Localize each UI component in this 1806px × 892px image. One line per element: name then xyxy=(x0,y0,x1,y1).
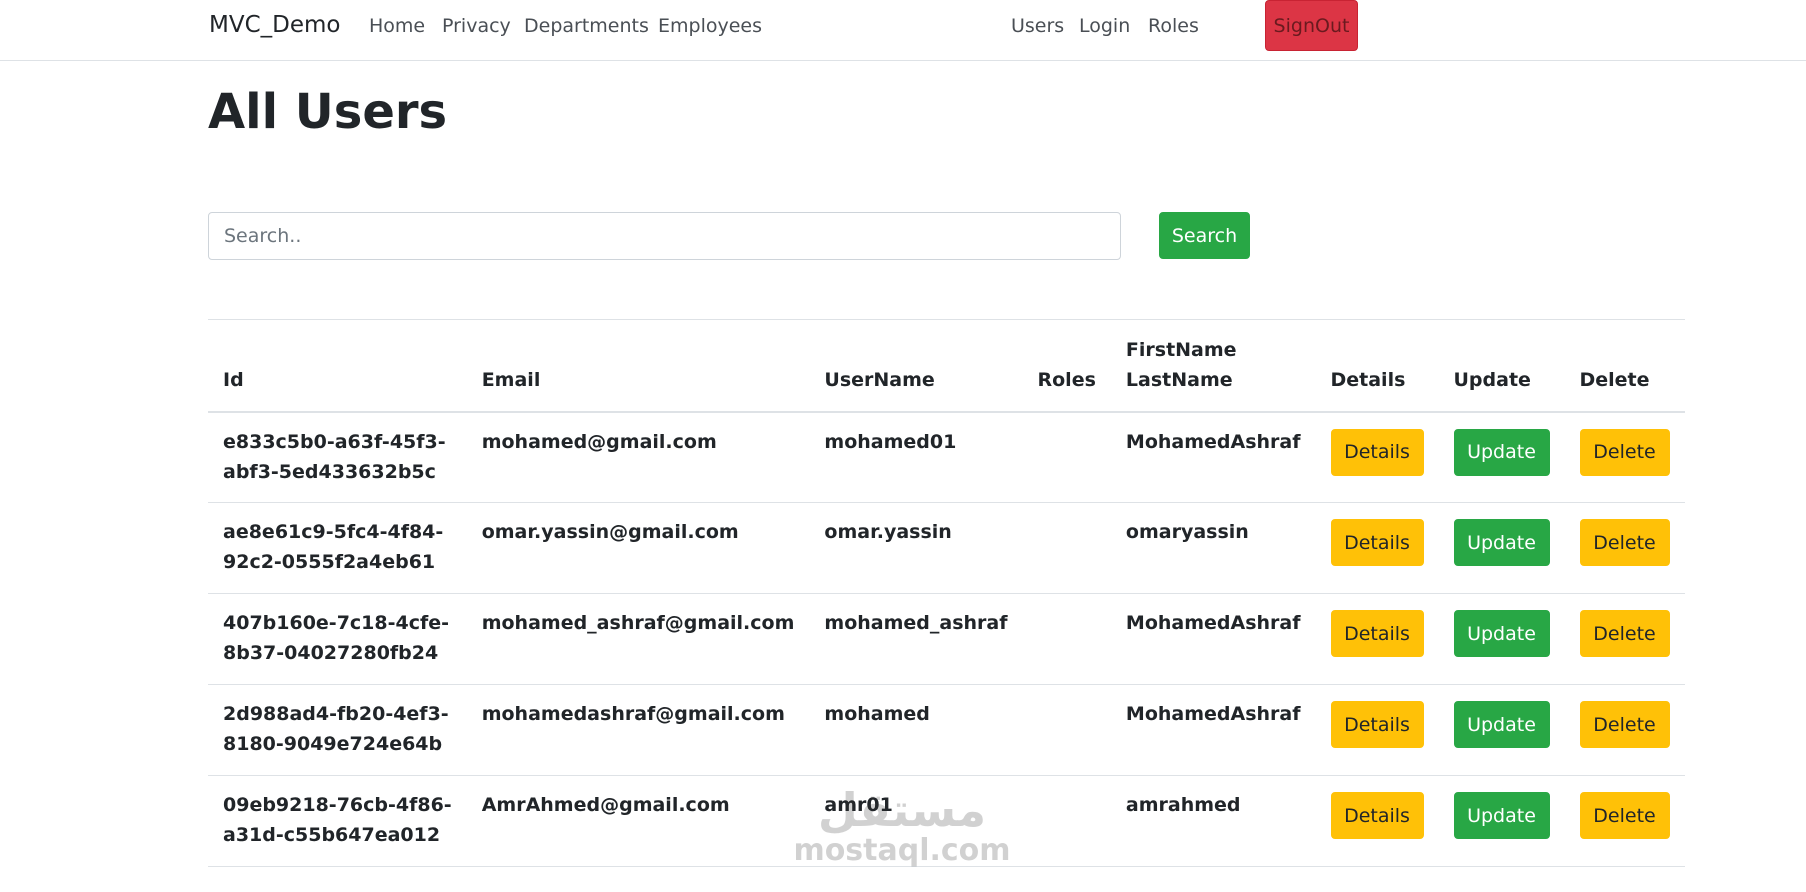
id-line-2: abf3-5ed433632b5c xyxy=(223,460,436,483)
cell-details: Details xyxy=(1315,593,1439,685)
cell-email: AmrAhmed@gmail.com xyxy=(466,775,810,867)
id-line-1: e833c5b0-a63f-45f3- xyxy=(223,430,446,453)
search-input[interactable] xyxy=(208,212,1121,260)
delete-button[interactable]: Delete xyxy=(1579,519,1670,566)
cell-delete: Delete xyxy=(1564,775,1685,867)
cell-id: ae8e61c9-5fc4-4f84- 92c2-0555f2a4eb61 xyxy=(208,502,467,594)
nav-home-link[interactable]: Home xyxy=(369,15,425,37)
search-button[interactable]: Search xyxy=(1159,212,1250,259)
cell-details: Details xyxy=(1315,411,1439,503)
header-fullname: FirstName LastName xyxy=(1110,319,1316,413)
cell-update: Update xyxy=(1438,684,1565,776)
table-row: 407b160e-7c18-4cfe- 8b37-04027280fb24 moh… xyxy=(208,593,1685,685)
cell-fullname: MohamedAshraf xyxy=(1110,684,1316,776)
update-button[interactable]: Update xyxy=(1453,519,1550,566)
id-line-1: 09eb9218-76cb-4f86- xyxy=(223,794,452,816)
cell-roles xyxy=(1022,593,1111,685)
header-username: UserName xyxy=(809,319,1023,413)
cell-email: mohamed_ashraf@gmail.com xyxy=(466,593,810,685)
header-email: Email xyxy=(466,319,810,413)
header-update: Update xyxy=(1438,319,1565,413)
id-line-1: 2d988ad4-fb20-4ef3- xyxy=(223,703,449,725)
cell-username: mohamed01 xyxy=(809,411,1023,503)
users-table: Id Email UserName Roles FirstName LastNam… xyxy=(208,319,1685,867)
cell-fullname: amrahmed xyxy=(1110,775,1316,867)
details-button[interactable]: Details xyxy=(1330,610,1424,657)
header-lastname: LastName xyxy=(1125,368,1233,391)
cell-roles xyxy=(1022,502,1111,594)
cell-username: mohamed_ashraf xyxy=(809,593,1023,685)
nav-employees-link[interactable]: Employees xyxy=(658,15,762,37)
cell-update: Update xyxy=(1438,502,1565,594)
cell-update: Update xyxy=(1438,593,1565,685)
nav-users-link[interactable]: Users xyxy=(1011,15,1064,37)
table-row: 2d988ad4-fb20-4ef3- 8180-9049e724e64b moh… xyxy=(208,684,1685,776)
delete-button[interactable]: Delete xyxy=(1579,792,1670,839)
cell-username: omar.yassin xyxy=(809,502,1023,594)
cell-delete: Delete xyxy=(1564,502,1685,594)
id-line-2: 8b37-04027280fb24 xyxy=(223,642,439,664)
update-button[interactable]: Update xyxy=(1453,701,1550,748)
cell-delete: Delete xyxy=(1564,593,1685,685)
update-button[interactable]: Update xyxy=(1453,610,1550,657)
cell-id: 407b160e-7c18-4cfe- 8b37-04027280fb24 xyxy=(208,593,467,685)
cell-details: Details xyxy=(1315,775,1439,867)
table-row: e833c5b0-a63f-45f3- abf3-5ed433632b5c moh… xyxy=(208,411,1685,503)
cell-email: omar.yassin@gmail.com xyxy=(466,502,810,594)
header-id: Id xyxy=(208,319,467,413)
brand-link[interactable]: MVC_Demo xyxy=(209,12,340,38)
update-button[interactable]: Update xyxy=(1453,792,1550,839)
delete-button[interactable]: Delete xyxy=(1579,428,1670,476)
cell-details: Details xyxy=(1315,684,1439,776)
id-line-2: 8180-9049e724e64b xyxy=(223,733,443,755)
cell-roles xyxy=(1022,775,1111,867)
cell-update: Update xyxy=(1438,411,1565,503)
nav-departments-link[interactable]: Departments xyxy=(524,15,649,37)
header-delete: Delete xyxy=(1564,319,1685,413)
delete-button[interactable]: Delete xyxy=(1579,701,1670,748)
cell-fullname: omaryassin xyxy=(1110,502,1316,594)
cell-username: mohamed xyxy=(809,684,1023,776)
nav-login-link[interactable]: Login xyxy=(1079,15,1130,37)
cell-username: amr01 xyxy=(809,775,1023,867)
header-firstname: FirstName xyxy=(1125,338,1237,361)
cell-email: mohamedashraf@gmail.com xyxy=(466,684,810,776)
table-row: 09eb9218-76cb-4f86- a31d-c55b647ea012 Amr… xyxy=(208,775,1685,867)
update-button[interactable]: Update xyxy=(1453,428,1550,476)
signout-button[interactable]: SignOut xyxy=(1265,0,1358,51)
cell-id: 09eb9218-76cb-4f86- a31d-c55b647ea012 xyxy=(208,775,467,867)
cell-id: 2d988ad4-fb20-4ef3- 8180-9049e724e64b xyxy=(208,684,467,776)
cell-delete: Delete xyxy=(1564,411,1685,503)
cell-details: Details xyxy=(1315,502,1439,594)
header-details: Details xyxy=(1315,319,1439,413)
cell-fullname: MohamedAshraf xyxy=(1110,593,1316,685)
id-line-1: ae8e61c9-5fc4-4f84- xyxy=(223,521,444,543)
details-button[interactable]: Details xyxy=(1330,792,1424,839)
cell-delete: Delete xyxy=(1564,684,1685,776)
details-button[interactable]: Details xyxy=(1330,519,1424,566)
nav-roles-link[interactable]: Roles xyxy=(1148,15,1199,37)
cell-roles xyxy=(1022,411,1111,503)
table-row: ae8e61c9-5fc4-4f84- 92c2-0555f2a4eb61 oma… xyxy=(208,502,1685,594)
details-button[interactable]: Details xyxy=(1330,701,1424,748)
header-roles: Roles xyxy=(1022,319,1111,413)
page-title: All Users xyxy=(208,84,448,140)
cell-roles xyxy=(1022,684,1111,776)
cell-update: Update xyxy=(1438,775,1565,867)
details-button[interactable]: Details xyxy=(1330,428,1424,476)
id-line-2: a31d-c55b647ea012 xyxy=(223,824,441,846)
cell-email: mohamed@gmail.com xyxy=(466,411,810,503)
cell-fullname: MohamedAshraf xyxy=(1110,411,1316,503)
delete-button[interactable]: Delete xyxy=(1579,610,1670,657)
id-line-1: 407b160e-7c18-4cfe- xyxy=(223,612,450,634)
table-header-row: Id Email UserName Roles FirstName LastNam… xyxy=(208,319,1685,413)
cell-id: e833c5b0-a63f-45f3- abf3-5ed433632b5c xyxy=(208,411,467,503)
nav-privacy-link[interactable]: Privacy xyxy=(442,15,511,37)
top-navbar: MVC_Demo Home Privacy Departments Employ… xyxy=(0,0,1806,61)
id-line-2: 92c2-0555f2a4eb61 xyxy=(223,551,436,573)
